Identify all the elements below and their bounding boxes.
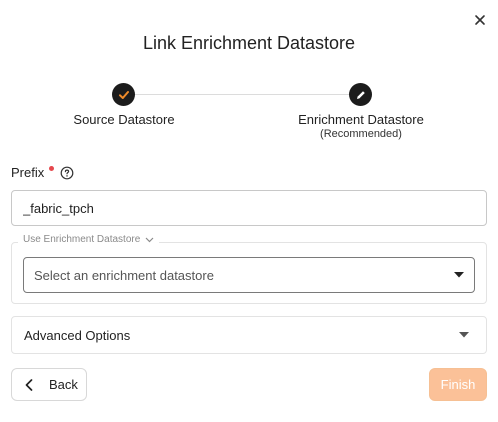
finish-button[interactable]: Finish — [429, 368, 487, 401]
check-icon — [118, 90, 129, 99]
select-placeholder: Select an enrichment datastore — [34, 267, 214, 283]
enrichment-datastore-select[interactable]: Select an enrichment datastore — [23, 257, 475, 293]
close-button[interactable] — [472, 12, 488, 28]
enrichment-legend-label: Use Enrichment Datastore — [23, 234, 141, 245]
back-label: Back — [49, 377, 78, 392]
required-indicator — [49, 166, 55, 171]
back-button[interactable]: Back — [11, 368, 87, 401]
dialog-title: Link Enrichment Datastore — [142, 33, 356, 53]
step-enrichment-label: Enrichment Datastore — [298, 112, 424, 127]
help-circle-icon[interactable] — [60, 166, 74, 180]
step-enrichment-sublabel: (Recommended) — [320, 128, 402, 140]
step-source-indicator — [112, 83, 135, 106]
chevron-left-icon — [25, 378, 33, 391]
prefix-label-row: Prefix — [11, 165, 74, 180]
step-source-label: Source Datastore — [73, 112, 175, 127]
prefix-label: Prefix — [11, 165, 45, 180]
step-enrichment-indicator — [349, 83, 372, 106]
enrichment-datastore-legend[interactable]: Use Enrichment Datastore — [18, 234, 160, 245]
prefix-input[interactable] — [11, 190, 487, 226]
close-icon — [475, 15, 485, 25]
dropdown-arrow-icon — [459, 332, 469, 338]
advanced-options-accordion[interactable]: Advanced Options — [11, 316, 487, 354]
dropdown-arrow-icon — [454, 272, 464, 278]
pencil-icon — [356, 90, 365, 99]
chevron-down-icon — [145, 237, 154, 242]
advanced-options-label: Advanced Options — [24, 327, 131, 343]
stepper-connector — [135, 94, 351, 95]
